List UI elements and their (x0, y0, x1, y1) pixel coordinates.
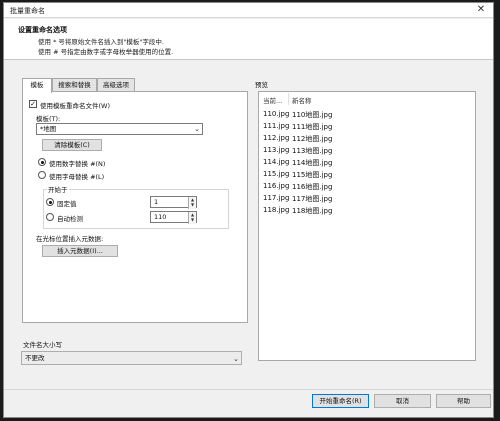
help-button[interactable]: 帮助 (436, 394, 491, 408)
table-row[interactable]: 116.jpg 116地图.jpg (259, 182, 475, 194)
start-rename-button[interactable]: 开始重命名(R) (312, 394, 369, 408)
cancel-button[interactable]: 取消 (374, 394, 431, 408)
header-title: 设置重命名选项 (18, 26, 67, 34)
filename-case-select[interactable]: 不更改 ⌄ (21, 351, 242, 365)
filename-case-label: 文件名大小写 (23, 341, 62, 349)
numeric-replace-label: 使用数字替换 #(N) (49, 160, 106, 168)
table-row[interactable]: 114.jpg 114地图.jpg (259, 158, 475, 170)
column-divider[interactable] (288, 93, 289, 105)
tab-search-replace[interactable]: 搜索和替换 (52, 78, 97, 92)
auto-detect-spinner[interactable]: 110 ▲ ▼ (150, 211, 197, 224)
chevron-down-icon[interactable]: ⌄ (194, 124, 200, 134)
template-input[interactable]: *地图 ⌄ (36, 123, 203, 135)
preview-label: 预览 (255, 81, 268, 89)
tab-advanced[interactable]: 高级选项 (97, 78, 135, 92)
spin-arrows-icon[interactable]: ▲ ▼ (188, 212, 196, 224)
column-header-new[interactable]: 新名称 (292, 95, 312, 105)
table-row[interactable]: 111.jpg 111地图.jpg (259, 122, 475, 134)
table-row[interactable]: 117.jpg 117地图.jpg (259, 194, 475, 206)
spin-arrows-icon[interactable]: ▲ ▼ (188, 197, 196, 209)
auto-detect-text: 110 (154, 213, 167, 221)
use-template-label: 使用模板重命名文件(W) (40, 102, 110, 110)
use-template-checkbox[interactable]: ✓ (29, 100, 37, 108)
footer-divider (4, 389, 493, 390)
header-hint-1: 使用 * 号将原始文件名插入到"模板"字段中. (38, 38, 164, 46)
preview-list[interactable]: 当前... 新名称 110.jpg 110地图.jpg 111.jpg 111地图.… (258, 91, 476, 361)
insert-meta-caption: 在光标位置插入元数据: (36, 235, 104, 243)
auto-detect-radio[interactable] (46, 213, 54, 221)
close-icon[interactable]: ✕ (473, 4, 489, 17)
title-bar: 批量重命名 ✕ (4, 3, 493, 18)
table-row[interactable]: 110.jpg 110地图.jpg (259, 110, 475, 122)
insert-metadata-button[interactable]: 插入元数据(I)... (42, 245, 118, 257)
chevron-down-icon[interactable]: ⌄ (233, 353, 239, 365)
fixed-value-text: 1 (154, 198, 159, 206)
template-input-value: *地图 (40, 125, 57, 133)
auto-detect-label: 自动检测 (57, 215, 83, 223)
clear-template-button[interactable]: 清除模板(C) (42, 139, 102, 151)
window-title: 批量重命名 (10, 7, 45, 15)
letter-replace-radio[interactable] (38, 171, 46, 179)
column-header-current[interactable]: 当前... (263, 95, 282, 105)
numeric-replace-radio[interactable] (38, 158, 46, 166)
start-at-group (43, 189, 229, 229)
tab-template[interactable]: 模板 (22, 78, 52, 93)
dialog-header: 设置重命名选项 使用 * 号将原始文件名插入到"模板"字段中. 使用 # 号指定… (4, 19, 493, 60)
letter-replace-label: 使用字母替换 #(L) (49, 173, 105, 181)
header-hint-2: 使用 # 号指定由数字或字母枚举器使用的位置. (38, 48, 174, 56)
table-row[interactable]: 115.jpg 115地图.jpg (259, 170, 475, 182)
table-row[interactable]: 118.jpg 118地图.jpg (259, 206, 475, 218)
fixed-value-spinner[interactable]: 1 ▲ ▼ (150, 196, 197, 209)
fixed-value-label: 固定值 (57, 200, 77, 208)
filename-case-value: 不更改 (25, 354, 45, 362)
batch-rename-dialog: 批量重命名 ✕ 设置重命名选项 使用 * 号将原始文件名插入到"模板"字段中. … (3, 2, 494, 418)
fixed-value-radio[interactable] (46, 198, 54, 206)
table-row[interactable]: 112.jpg 112地图.jpg (259, 134, 475, 146)
template-panel: ✓ 使用模板重命名文件(W) 模板(T): *地图 ⌄ 清除模板(C) 使用数字… (22, 91, 248, 323)
table-row[interactable]: 113.jpg 113地图.jpg (259, 146, 475, 158)
template-label: 模板(T): (36, 115, 61, 123)
check-icon: ✓ (30, 100, 36, 108)
start-at-label: 开始于 (47, 184, 69, 194)
